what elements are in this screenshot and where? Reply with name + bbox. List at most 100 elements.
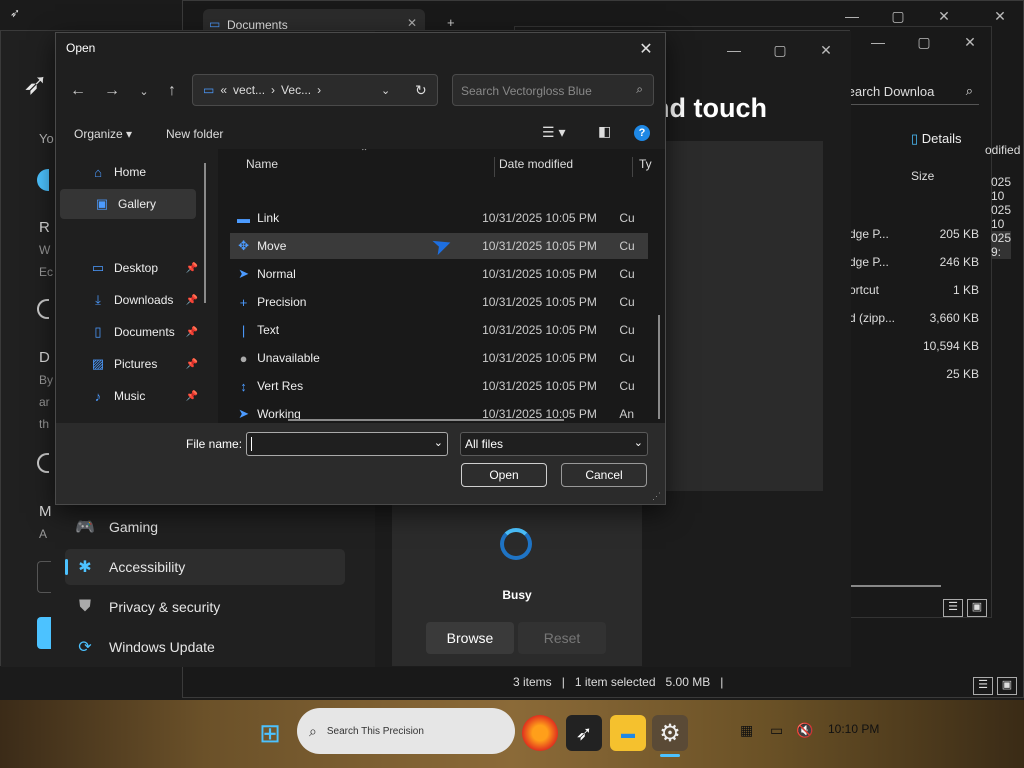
sidebar-item-gaming[interactable]: 🎮 Gaming — [65, 509, 345, 545]
side-text: M — [39, 503, 52, 520]
sidebar-item-windows-update[interactable]: ⟳ Windows Update — [65, 629, 345, 665]
file-explorer-icon[interactable]: ▬ — [610, 715, 646, 751]
file-row[interactable]: + Precision 10/31/2025 10:05 PM Cu — [230, 289, 648, 315]
details-pane-button[interactable]: ▯ Details — [911, 131, 962, 147]
tiles-view-icon[interactable]: ▣ — [997, 677, 1017, 695]
minimize-icon[interactable]: — — [711, 35, 757, 65]
volume-muted-icon[interactable]: 🔇 — [796, 722, 813, 739]
column-name[interactable]: Name — [246, 157, 278, 177]
horizontal-scrollbar[interactable] — [849, 585, 941, 587]
chevron-down-icon[interactable]: ⌄ — [434, 436, 443, 449]
taskbar-search-input[interactable]: ⌕ Search This Precision — [297, 708, 515, 754]
search-downloads-input[interactable]: Search Downloa ⌕ — [839, 77, 979, 105]
chevron-right-icon: › — [317, 83, 322, 97]
horizontal-scrollbar[interactable] — [288, 419, 564, 421]
organize-button[interactable]: Organize ▾ — [74, 127, 132, 141]
file-type-select[interactable]: All files ⌄ — [460, 432, 648, 456]
close-tab-icon[interactable]: ✕ — [407, 16, 417, 30]
minimize-icon[interactable]: — — [855, 27, 901, 57]
tiles-view-icon[interactable]: ▣ — [967, 599, 987, 617]
forward-arrow-icon[interactable]: → — [98, 77, 126, 105]
file-row[interactable]: dge P... 246 KB — [849, 255, 979, 269]
file-row[interactable]: ➤ Normal 10/31/2025 10:05 PM Cu — [230, 261, 648, 287]
view-menu-icon[interactable]: ☰ ▾ — [542, 124, 565, 141]
taskbar: ⊞ ⌕ Search This Precision ➶ ▬ ⚙ ▦ ▭ 🔇 10… — [0, 700, 1024, 768]
document-icon: ▯ — [94, 324, 102, 339]
maximize-icon[interactable]: ▢ — [901, 27, 947, 57]
desktop-icon: ▭ — [91, 260, 105, 275]
nav-item-music[interactable]: ♪ Music 📌 — [60, 381, 198, 411]
open-button[interactable]: Open — [461, 463, 547, 487]
text-caret — [251, 437, 252, 451]
nav-item-home[interactable]: ⌂ Home — [60, 157, 196, 187]
details-view-icon[interactable]: ☰ — [943, 599, 963, 617]
sidebar-item-accessibility[interactable]: ✱ Accessibility — [65, 549, 345, 585]
details-view-icon[interactable]: ☰ — [973, 677, 993, 695]
breadcrumb-item[interactable]: Vec... — [281, 83, 311, 97]
up-arrow-icon[interactable]: ↑ — [158, 77, 186, 105]
maximize-icon[interactable]: ▢ — [757, 35, 803, 65]
side-text: D — [39, 349, 50, 366]
display-icon[interactable]: ▭ — [770, 722, 783, 739]
start-windows-icon[interactable]: ⊞ — [252, 715, 288, 751]
firefox-icon[interactable] — [522, 715, 558, 751]
help-icon[interactable]: ? — [634, 125, 650, 141]
chevron-down-icon[interactable]: ⌄ — [130, 77, 158, 105]
file-row[interactable]: ↕ Vert Res 10/31/2025 10:05 PM Cu — [230, 373, 648, 399]
clock[interactable]: 10:10 PM — [828, 722, 879, 736]
preview-pane-icon[interactable]: ◧ — [598, 123, 611, 140]
search-icon: ⌕ — [965, 83, 973, 98]
nav-item-documents[interactable]: ▯ Documents 📌 — [60, 317, 198, 347]
toggle-off-icon[interactable] — [37, 299, 49, 319]
unavailable-cursor-icon: ● — [239, 350, 248, 366]
column-modified[interactable]: odified — [985, 143, 1020, 157]
settings-gear-icon[interactable]: ⚙ — [652, 715, 688, 751]
file-row[interactable]: ▬ Link 10/31/2025 10:05 PM Cu — [230, 205, 648, 231]
file-row[interactable]: d (zipp... 3,660 KB — [849, 311, 979, 325]
busy-cursor-icon — [500, 528, 532, 560]
qr-code-icon[interactable]: ▦ — [740, 722, 753, 739]
side-text: Yo — [39, 131, 54, 146]
column-size[interactable]: Size — [911, 169, 934, 183]
nav-item-downloads[interactable]: ⤓ Downloads 📌 — [60, 285, 198, 315]
close-icon[interactable]: ✕ — [632, 37, 660, 61]
column-date-modified[interactable]: Date modified — [494, 157, 573, 177]
refresh-icon[interactable]: ↻ — [415, 82, 427, 99]
gallery-icon: ▣ — [95, 196, 109, 211]
breadcrumb-item[interactable]: vect... — [233, 83, 265, 97]
eagle-app-icon[interactable]: ➶ — [566, 715, 602, 751]
new-folder-button[interactable]: New folder — [166, 127, 223, 141]
close-icon[interactable]: ✕ — [803, 35, 849, 65]
status-bar: 3 items | 1 item selected 5.00 MB | — [513, 675, 724, 689]
resize-grip-icon[interactable]: ⋰ — [652, 491, 661, 502]
file-row[interactable]: | Text 10/31/2025 10:05 PM Cu — [230, 317, 648, 343]
nav-item-desktop[interactable]: ▭ Desktop 📌 — [60, 253, 198, 283]
search-input[interactable]: Search Vectorgloss Blue ⌕ — [452, 74, 654, 106]
browse-button[interactable]: Browse — [426, 622, 514, 654]
busy-label: Busy — [502, 588, 532, 602]
file-row[interactable]: ● Unavailable 10/31/2025 10:05 PM Cu — [230, 345, 648, 371]
sidebar-item-privacy-security[interactable]: ⛊ Privacy & security — [65, 589, 345, 625]
cancel-button[interactable]: Cancel — [561, 463, 647, 487]
nav-item-gallery[interactable]: ▣ Gallery — [60, 189, 196, 219]
close-icon[interactable]: ✕ — [947, 27, 993, 57]
side-button[interactable] — [37, 617, 51, 649]
nav-scrollbar[interactable] — [204, 163, 206, 303]
reset-button[interactable]: Reset — [518, 622, 606, 654]
side-input[interactable] — [37, 561, 51, 593]
file-name-input[interactable]: ⌄ — [246, 432, 448, 456]
back-arrow-icon[interactable]: ← — [64, 77, 92, 105]
file-row[interactable]: ortcut 1 KB — [849, 283, 979, 297]
address-dropdown-icon[interactable]: ⌄ — [381, 84, 390, 97]
toggle-off-icon[interactable] — [37, 453, 49, 473]
file-row[interactable]: dge P... 205 KB — [849, 227, 979, 241]
column-type[interactable]: Ty — [632, 157, 652, 177]
modified-date: 025 10 — [991, 203, 1012, 231]
address-bar[interactable]: ▭ « vect... › Vec... › ⌄ ↻ — [192, 74, 438, 106]
chevron-right-icon: › — [271, 83, 276, 97]
nav-item-pictures[interactable]: ▨ Pictures 📌 — [60, 349, 198, 379]
file-list: ⌃ Name Date modified Ty ▬ Link 10/31/202… — [218, 149, 665, 423]
vertical-scrollbar[interactable] — [658, 315, 660, 419]
toggle-on-icon[interactable] — [37, 169, 49, 191]
new-tab-icon[interactable]: + — [447, 15, 455, 30]
